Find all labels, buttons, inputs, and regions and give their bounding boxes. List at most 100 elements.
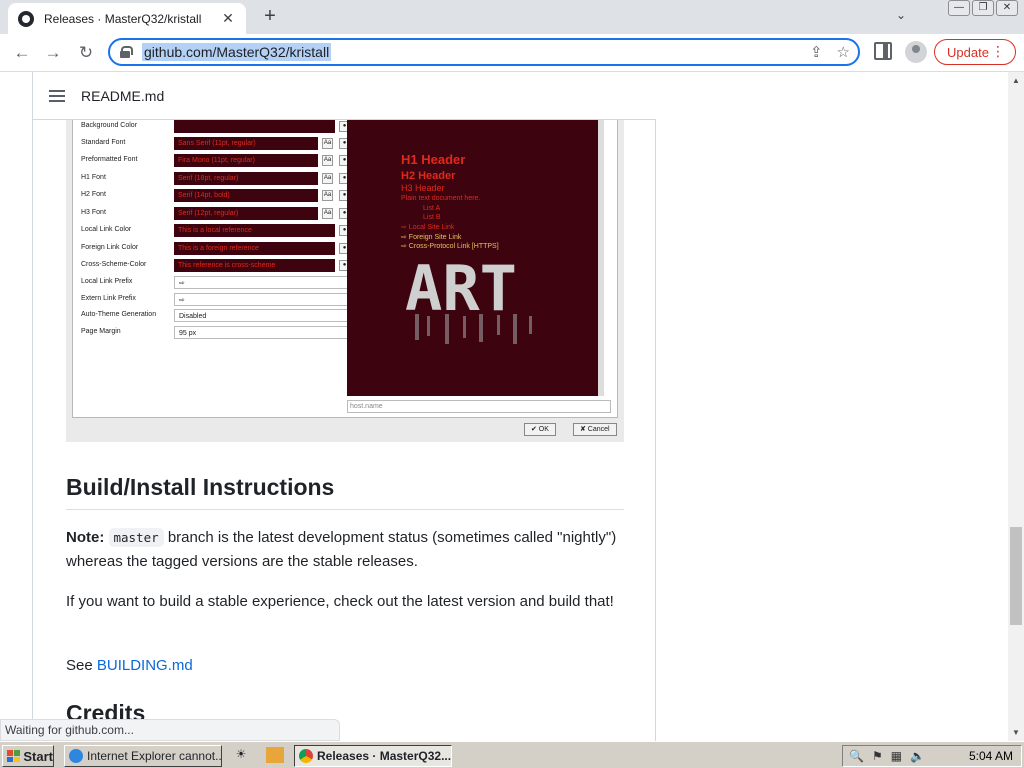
settings-row-label: Background Color [81, 122, 138, 129]
settings-dialog: Background Color ● Standard Font Sans Serif… [72, 120, 618, 418]
settings-row-value[interactable]: This is a local reference [174, 224, 335, 237]
settings-row-label: Page Margin [81, 328, 121, 335]
preview-h3: H3 Header [401, 183, 445, 193]
hostname-input[interactable]: host.name [347, 400, 611, 413]
table-of-contents-icon[interactable] [49, 89, 65, 102]
restore-button[interactable]: ❐ [972, 0, 994, 16]
preview-foreign-link: ⇨ Foreign Site Link [401, 234, 462, 241]
settings-row-value[interactable]: Serif (18pt, regular) [174, 172, 318, 185]
taskbar-item-label: Internet Explorer cannot... [87, 749, 222, 763]
section-heading: Build/Install Instructions [66, 474, 624, 510]
settings-row-label: Auto-Theme Generation [81, 311, 157, 318]
font-picker-icon[interactable]: Aa [322, 208, 333, 219]
preview-scrollbar[interactable] [598, 120, 604, 396]
scroll-down-icon[interactable]: ▼ [1011, 728, 1021, 737]
page-content: README.md Background Color ● Standard Font… [0, 72, 1024, 741]
minimize-button[interactable]: — [948, 0, 970, 16]
status-bubble: Waiting for github.com... [0, 719, 340, 741]
settings-row-label: Cross-Scheme-Color [81, 261, 147, 268]
font-picker-icon[interactable]: Aa [322, 190, 333, 201]
new-tab-button[interactable]: + [258, 5, 282, 28]
network-icon[interactable]: ▦ [891, 749, 902, 763]
page-scrollbar[interactable]: ▲ ▼ [1008, 72, 1024, 741]
windows-taskbar: Start Internet Explorer cannot... ☀ Rele… [0, 741, 1024, 768]
settings-row-value[interactable]: Sans Serif (11pt, regular) [174, 137, 318, 150]
settings-row-value[interactable]: This is a foreign reference [174, 242, 335, 255]
flag-icon[interactable]: ⚑ [872, 749, 883, 763]
font-picker-icon[interactable]: Aa [322, 138, 333, 149]
taskbar-item-chrome[interactable]: Releases · MasterQ32... [294, 745, 452, 767]
art-ascii-image: ART [405, 254, 532, 344]
tab-close-button[interactable]: ✕ [220, 10, 236, 27]
windows-logo-icon [7, 750, 21, 762]
url-text[interactable]: github.com/MasterQ32/kristall [142, 43, 332, 61]
profile-avatar[interactable] [905, 41, 927, 63]
github-icon [18, 10, 34, 27]
side-panel-icon[interactable] [874, 42, 892, 60]
share-icon[interactable]: ⇪ [810, 43, 823, 61]
readme-panel: README.md Background Color ● Standard Font… [32, 72, 656, 741]
scroll-up-icon[interactable]: ▲ [1011, 76, 1021, 85]
address-bar[interactable]: github.com/MasterQ32/kristall ⇪ ☆ [108, 38, 860, 66]
browser-tab[interactable]: Releases · MasterQ32/kristall ✕ [8, 3, 246, 34]
settings-row-label: H1 Font [81, 174, 106, 181]
settings-row-label: H3 Font [81, 209, 106, 216]
cancel-button[interactable]: ✘ Cancel [573, 423, 617, 436]
settings-row-value[interactable]: Serif (14pt, bold) [174, 189, 318, 202]
search-icon[interactable]: 🔍 [849, 749, 864, 763]
preview-list-a: List A [423, 205, 441, 212]
lock-icon[interactable] [120, 46, 133, 58]
settings-row-label: H2 Font [81, 191, 106, 198]
settings-row-label: Foreign Link Color [81, 244, 139, 251]
readme-header: README.md [33, 72, 656, 120]
building-md-link[interactable]: BUILDING.md [97, 657, 193, 674]
theme-preview: H1 Header H2 Header H3 Header Plain text… [347, 120, 604, 396]
scroll-thumb[interactable] [1010, 527, 1022, 625]
update-button[interactable]: Update ⋮ [934, 39, 1016, 65]
art-text: ART [405, 254, 517, 325]
settings-row-value[interactable]: Disabled [174, 309, 351, 322]
preview-cross-link: ⇨ Cross-Protocol Link [HTTPS] [401, 243, 499, 250]
preview-plain: Plain text document here. [401, 195, 481, 202]
settings-row-label: Local Link Color [81, 226, 132, 233]
internet-explorer-icon [69, 749, 83, 763]
settings-row-value[interactable]: ⇨ [174, 293, 351, 306]
bookmark-star-icon[interactable]: ☆ [837, 43, 850, 61]
settings-row-label: Preformatted Font [81, 156, 138, 163]
note-paragraph: Note: master branch is the latest develo… [66, 526, 624, 574]
back-button[interactable]: ← [10, 41, 34, 65]
font-picker-icon[interactable]: Aa [322, 173, 333, 184]
see-paragraph: See BUILDING.md [66, 654, 624, 678]
note-label: Note: [66, 529, 105, 546]
settings-row-label: Extern Link Prefix [81, 295, 136, 302]
volume-icon[interactable]: 🔈 [910, 749, 925, 763]
ok-button[interactable]: ✔ OK [524, 423, 556, 436]
taskbar-item-ie[interactable]: Internet Explorer cannot... [64, 745, 222, 767]
settings-row-value[interactable]: Fira Mono (11pt, regular) [174, 154, 318, 167]
quicklaunch-icon[interactable]: ☀ [232, 747, 250, 763]
settings-row-value[interactable]: Serif (12pt, regular) [174, 207, 318, 220]
close-window-button[interactable]: ✕ [996, 0, 1018, 16]
preview-h2: H2 Header [401, 170, 456, 182]
reload-button[interactable]: ↻ [74, 41, 98, 65]
font-picker-icon[interactable]: Aa [322, 155, 333, 166]
settings-row-value[interactable]: ⇨ [174, 276, 351, 289]
browser-toolbar: ← → ↻ github.com/MasterQ32/kristall ⇪ ☆ … [0, 34, 1024, 72]
settings-row-label: Standard Font [81, 139, 126, 146]
forward-button[interactable]: → [41, 41, 65, 65]
system-tray: 🔍 ⚑ ▦ 🔈 5:04 AM [842, 745, 1022, 767]
settings-row-value[interactable]: This reference is cross-scheme [174, 259, 335, 272]
tab-search-icon[interactable]: ⌄ [896, 8, 906, 22]
readme-title: README.md [81, 87, 165, 104]
settings-row-value[interactable]: 95 px [174, 326, 351, 339]
menu-dots-icon[interactable]: ⋮ [991, 43, 1005, 60]
preview-list-b: List B [423, 214, 441, 221]
window-controls: — ❐ ✕ [948, 0, 1018, 16]
settings-row-value[interactable] [174, 120, 335, 133]
media-player-icon[interactable] [266, 747, 284, 763]
start-label: Start [23, 748, 53, 764]
clock: 5:04 AM [968, 749, 1013, 763]
start-button[interactable]: Start [2, 745, 54, 767]
stable-paragraph: If you want to build a stable experience… [66, 593, 614, 610]
settings-row-label: Local Link Prefix [81, 278, 133, 285]
